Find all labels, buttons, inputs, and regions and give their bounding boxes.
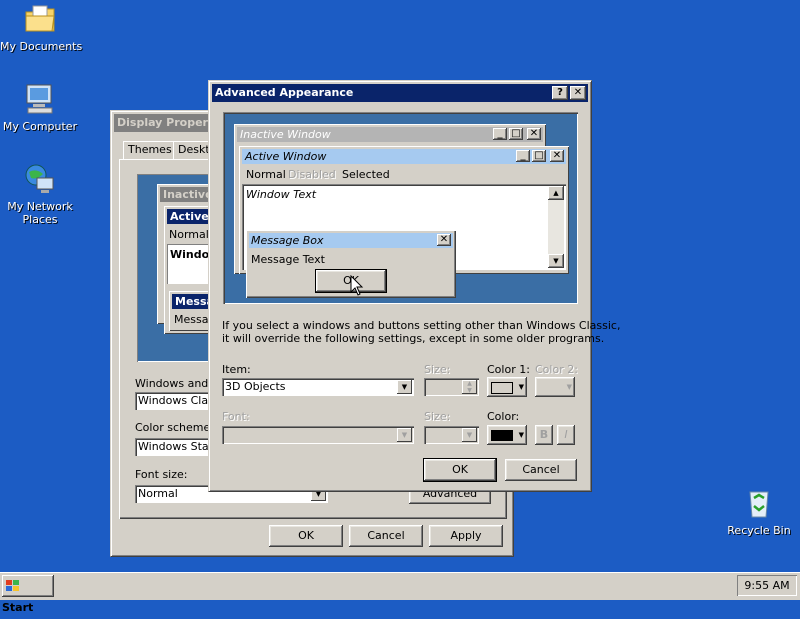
chevron-down-icon: ▼: [518, 431, 524, 439]
info-text-line2: it will override the following settings,…: [222, 332, 605, 345]
color1-picker[interactable]: ▼: [487, 377, 527, 397]
help-button[interactable]: ?: [552, 86, 568, 100]
icon-label: My Computer: [2, 120, 78, 133]
advanced-appearance-titlebar[interactable]: Advanced Appearance ? ✕: [212, 84, 588, 102]
chevron-down-icon[interactable]: ▼: [397, 428, 412, 442]
appearance-preview: Inactive Window _ □ ✕ Active Window _ □ …: [223, 112, 578, 304]
minimize-icon: _: [516, 150, 530, 162]
spinner-icon[interactable]: ▲ ▼: [462, 380, 477, 394]
icon-label: My Network Places: [7, 200, 73, 226]
font-size-label: Size:: [424, 410, 451, 423]
chevron-down-icon[interactable]: ▼: [397, 380, 412, 394]
tab-themes[interactable]: Themes: [123, 141, 177, 159]
close-icon: ✕: [527, 128, 541, 140]
font-size-label: Font size:: [135, 468, 188, 481]
preview-menu-normal: Normal: [169, 228, 209, 241]
color-scheme-label: Color scheme:: [135, 421, 214, 434]
italic-button[interactable]: I: [557, 425, 575, 445]
color1-label: Color 1:: [487, 363, 530, 376]
item-value: 3D Objects: [225, 380, 286, 393]
info-text-line1: If you select a windows and buttons sett…: [222, 319, 621, 332]
start-label: Start: [2, 601, 34, 614]
item-select[interactable]: 3D Objects ▼: [222, 378, 414, 396]
preview-menu-selected: Selected: [342, 168, 390, 181]
cancel-button[interactable]: Cancel: [349, 525, 423, 547]
scroll-down-icon: ▼: [548, 254, 564, 268]
recycle-bin-icon: [742, 486, 776, 520]
bold-button[interactable]: B: [535, 425, 553, 445]
close-icon: ✕: [550, 150, 564, 162]
mouse-cursor-icon: [350, 274, 364, 300]
font-size-value: Normal: [138, 487, 178, 500]
desktop-icon-network-places[interactable]: My Network Places: [0, 162, 80, 226]
maximize-icon: □: [509, 128, 523, 140]
apply-button[interactable]: Apply: [429, 525, 503, 547]
size-spinner[interactable]: ▲ ▼: [424, 378, 479, 396]
chevron-down-icon: ▼: [518, 383, 524, 391]
minimize-icon: _: [493, 128, 507, 140]
scroll-up-icon: ▲: [548, 186, 564, 200]
font-size-select[interactable]: ▼: [424, 426, 479, 444]
preview-inactive-title: Inactive Window _ □ ✕: [237, 127, 543, 142]
computer-icon: [23, 82, 57, 116]
cancel-button[interactable]: Cancel: [505, 459, 577, 481]
clock[interactable]: 9:55 AM: [737, 575, 797, 596]
item-label: Item:: [222, 363, 251, 376]
dialog-title: Advanced Appearance: [215, 86, 354, 99]
preview-message-title-text: Message Box: [251, 234, 324, 247]
color2-picker[interactable]: ▼: [535, 377, 575, 397]
desktop-icon-my-documents[interactable]: My Documents: [0, 2, 83, 53]
start-button[interactable]: Start: [2, 575, 54, 614]
size-label: Size:: [424, 363, 451, 376]
chevron-down-icon[interactable]: ▼: [462, 428, 477, 442]
preview-menu-disabled: Disabled: [288, 168, 336, 181]
preview-menu-normal: Normal: [246, 168, 286, 181]
preview-window-text: Window Text: [246, 188, 317, 201]
color2-label: Color 2:: [535, 363, 578, 376]
windows-logo-icon: [5, 579, 21, 593]
font-color-label: Color:: [487, 410, 520, 423]
icon-label: Recycle Bin: [727, 524, 791, 537]
preview-message-title: Message Box ✕: [249, 233, 453, 248]
close-icon: ✕: [437, 234, 451, 246]
preview-inactive-title-text: Inactive Window: [240, 128, 331, 141]
font-color-picker[interactable]: ▼: [487, 425, 527, 445]
icon-label: My Documents: [0, 40, 83, 53]
color1-swatch: [491, 382, 513, 394]
desktop-icon-recycle-bin[interactable]: Recycle Bin: [719, 486, 799, 537]
ok-button[interactable]: OK: [423, 458, 497, 482]
preview-message-text: Message Text: [251, 253, 325, 266]
network-icon: [23, 162, 57, 196]
preview-active-title: Active Window _ □ ✕: [242, 149, 566, 164]
folder-icon: [23, 2, 57, 36]
preview-scrollbar: ▲ ▼: [548, 186, 564, 268]
windows-buttons-label: Windows and b: [135, 377, 219, 390]
maximize-icon: □: [532, 150, 546, 162]
font-label: Font:: [222, 410, 250, 423]
chevron-down-icon: ▼: [566, 383, 572, 391]
taskbar: Start 9:55 AM: [0, 572, 800, 614]
advanced-appearance-dialog: Advanced Appearance ? ✕ Inactive Window …: [208, 80, 620, 492]
font-color-swatch: [491, 430, 513, 441]
desktop-icon-my-computer[interactable]: My Computer: [0, 82, 80, 133]
close-button[interactable]: ✕: [570, 86, 586, 100]
ok-button[interactable]: OK: [269, 525, 343, 547]
font-select[interactable]: ▼: [222, 426, 414, 444]
preview-active-title-text: Active Window: [245, 150, 327, 163]
